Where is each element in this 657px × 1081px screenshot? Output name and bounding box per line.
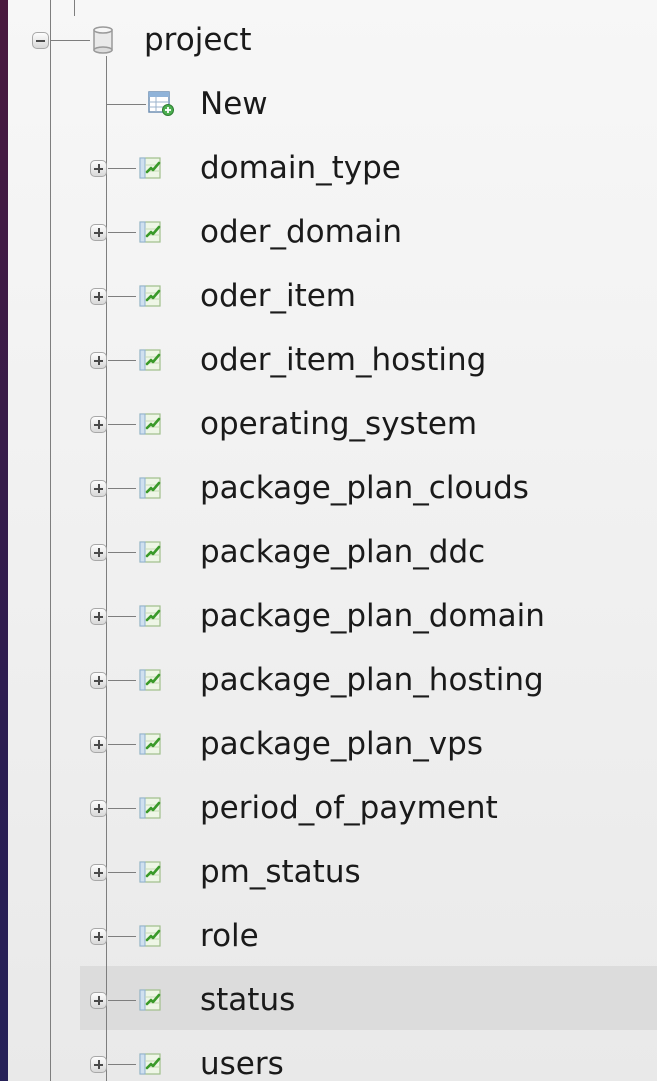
tree-line — [108, 1000, 136, 1001]
expand-table-toggle[interactable] — [90, 672, 107, 689]
table-icon[interactable] — [138, 1051, 164, 1077]
new-table-link[interactable]: New — [200, 84, 268, 124]
table-name-period-of-payment[interactable]: period_of_payment — [200, 788, 498, 828]
table-name-domain-type[interactable]: domain_type — [200, 148, 401, 188]
table-name-package-plan-hosting[interactable]: package_plan_hosting — [200, 660, 544, 700]
navigation-tree-panel: project New domain_type oder_domain oder_i… — [8, 0, 657, 1081]
tree-line-outer-top — [74, 0, 75, 16]
tree-line — [108, 616, 136, 617]
table-name-package-plan-ddc[interactable]: package_plan_ddc — [200, 532, 485, 572]
database-label-project[interactable]: project — [144, 20, 252, 60]
tree-line-outer-left — [50, 0, 51, 1081]
table-name-package-plan-clouds[interactable]: package_plan_clouds — [200, 468, 529, 508]
table-icon[interactable] — [138, 347, 164, 373]
table-icon[interactable] — [138, 539, 164, 565]
table-name-oder-item[interactable]: oder_item — [200, 276, 356, 316]
row-hover-highlight — [80, 966, 657, 1030]
tree-line — [108, 232, 136, 233]
table-icon[interactable] — [138, 155, 164, 181]
table-icon[interactable] — [138, 795, 164, 821]
expand-table-toggle[interactable] — [90, 800, 107, 817]
tree-line — [108, 808, 136, 809]
table-icon[interactable] — [138, 283, 164, 309]
tree-line — [108, 680, 136, 681]
expand-table-toggle[interactable] — [90, 352, 107, 369]
table-name-users[interactable]: users — [200, 1044, 284, 1081]
expand-table-toggle[interactable] — [90, 928, 107, 945]
table-name-status[interactable]: status — [200, 980, 295, 1020]
new-table-icon[interactable] — [148, 90, 174, 116]
tree-line — [108, 1064, 136, 1065]
table-name-oder-domain[interactable]: oder_domain — [200, 212, 402, 252]
tree-line — [108, 872, 136, 873]
table-icon[interactable] — [138, 731, 164, 757]
tree-line — [108, 360, 136, 361]
expand-table-toggle[interactable] — [90, 224, 107, 241]
tree-line — [108, 296, 136, 297]
tree-line — [106, 104, 146, 105]
tree-line — [108, 936, 136, 937]
expand-table-toggle[interactable] — [90, 160, 107, 177]
tree-line — [50, 40, 90, 41]
table-name-oder-item-hosting[interactable]: oder_item_hosting — [200, 340, 486, 380]
table-icon[interactable] — [138, 411, 164, 437]
table-icon[interactable] — [138, 923, 164, 949]
expand-table-toggle[interactable] — [90, 992, 107, 1009]
expand-table-toggle[interactable] — [90, 288, 107, 305]
table-icon[interactable] — [138, 667, 164, 693]
tree-line — [108, 424, 136, 425]
collapse-project-toggle[interactable] — [32, 32, 49, 49]
database-icon — [93, 26, 113, 54]
expand-table-toggle[interactable] — [90, 736, 107, 753]
expand-table-toggle[interactable] — [90, 1056, 107, 1073]
table-icon[interactable] — [138, 475, 164, 501]
table-icon[interactable] — [138, 219, 164, 245]
tree-line — [108, 744, 136, 745]
table-name-package-plan-domain[interactable]: package_plan_domain — [200, 596, 545, 636]
expand-table-toggle[interactable] — [90, 416, 107, 433]
tree-line-inner — [106, 56, 107, 1081]
table-name-operating-system[interactable]: operating_system — [200, 404, 477, 444]
expand-table-toggle[interactable] — [90, 608, 107, 625]
table-icon[interactable] — [138, 987, 164, 1013]
table-name-pm-status[interactable]: pm_status — [200, 852, 361, 892]
expand-table-toggle[interactable] — [90, 864, 107, 881]
table-name-role[interactable]: role — [200, 916, 259, 956]
table-icon[interactable] — [138, 859, 164, 885]
expand-table-toggle[interactable] — [90, 480, 107, 497]
tree-line — [108, 488, 136, 489]
tree-line — [108, 552, 136, 553]
table-icon[interactable] — [138, 603, 164, 629]
table-name-package-plan-vps[interactable]: package_plan_vps — [200, 724, 483, 764]
tree-line — [108, 168, 136, 169]
expand-table-toggle[interactable] — [90, 544, 107, 561]
